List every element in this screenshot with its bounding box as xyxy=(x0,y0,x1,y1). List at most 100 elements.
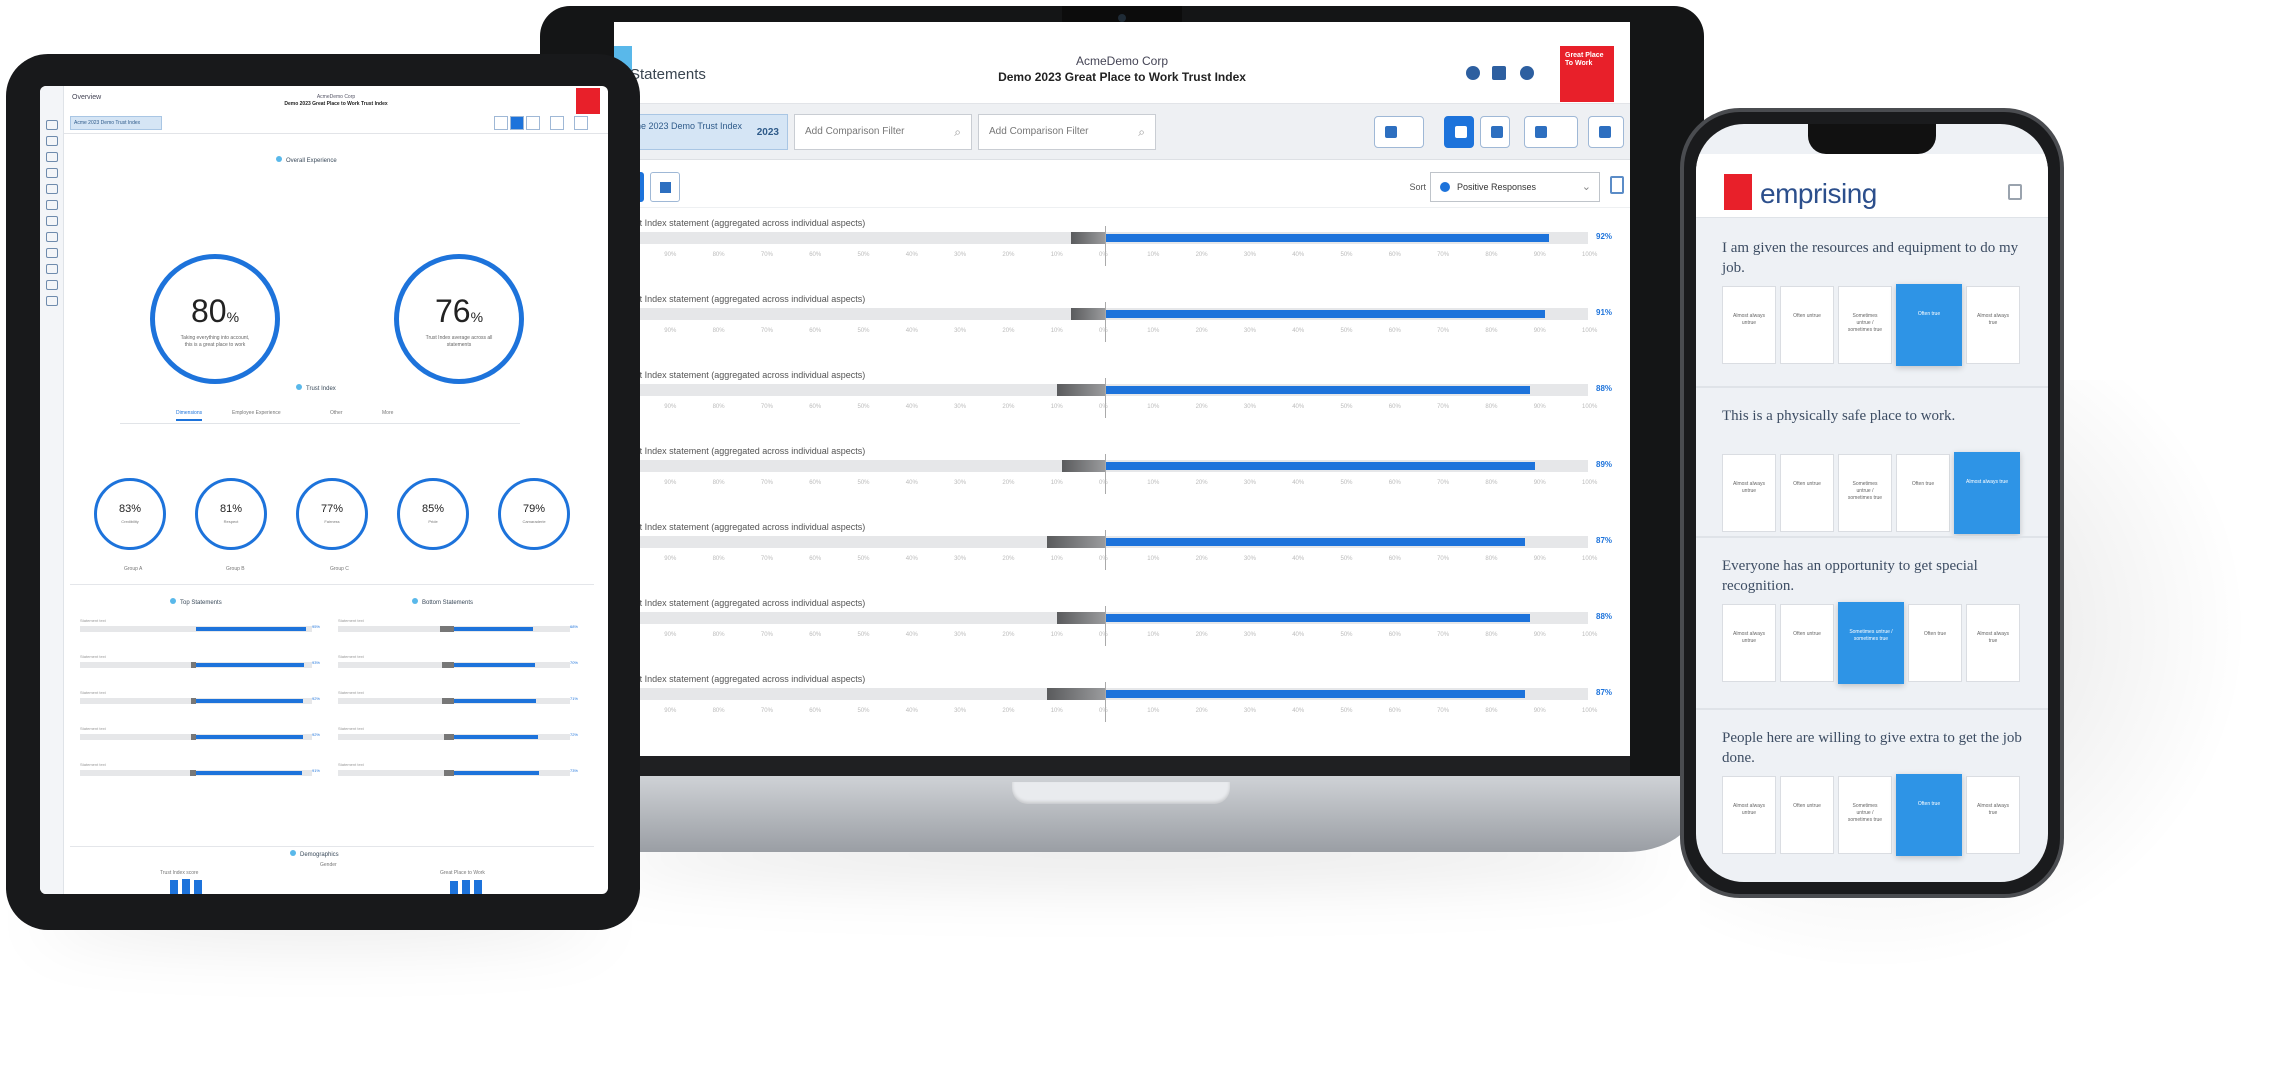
statement-label: Statement text xyxy=(80,618,106,623)
user-icon[interactable] xyxy=(1520,66,1534,80)
positive-bar xyxy=(196,735,303,739)
sidebar-nav-icon[interactable] xyxy=(46,168,58,178)
filter-icon[interactable] xyxy=(1610,176,1624,194)
menu-icon[interactable] xyxy=(2008,184,2022,200)
axis-tick-label: 90% xyxy=(664,480,677,486)
sort-select[interactable]: Positive Responses ⌄ xyxy=(1430,172,1600,202)
answer-option[interactable]: Often untrue xyxy=(1780,454,1834,532)
answer-option-label: Sometimes untrue / sometimes true xyxy=(1847,481,1883,501)
statement-row[interactable]: Statement text 92% xyxy=(80,690,320,726)
settings-button[interactable] xyxy=(1524,116,1578,148)
statement-row[interactable]: Trust Index statement (aggregated across… xyxy=(616,522,1622,598)
negative-bar xyxy=(1071,232,1105,244)
axis-tick-label: 40% xyxy=(905,328,918,334)
answer-option[interactable]: Sometimes untrue / sometimes true xyxy=(1838,602,1904,684)
section-title-demographics: Demographics xyxy=(290,850,339,858)
axis-tick-label: 50% xyxy=(857,632,870,638)
answer-option-label: Often true xyxy=(1917,801,1941,807)
statement-row[interactable]: Trust Index statement (aggregated across… xyxy=(616,370,1622,446)
options-button[interactable] xyxy=(1588,116,1624,148)
answer-option[interactable]: Sometimes untrue / sometimes true xyxy=(1838,286,1892,364)
list-view-button[interactable] xyxy=(650,172,680,202)
answer-option[interactable]: Almost always true xyxy=(1966,286,2020,364)
export-button[interactable] xyxy=(1374,116,1424,148)
answer-option[interactable]: Often untrue xyxy=(1780,604,1834,682)
dimension-tab[interactable]: More xyxy=(382,410,393,416)
table-view-button[interactable] xyxy=(1480,116,1510,148)
statement-row[interactable]: Statement text 95% xyxy=(80,618,320,654)
tablet-filter-chip[interactable]: Acme 2023 Demo Trust Index xyxy=(70,116,162,130)
answer-option[interactable]: Sometimes untrue / sometimes true xyxy=(1838,454,1892,532)
search-icon: ⌕ xyxy=(954,125,961,139)
comparison-filter-2[interactable]: Add Comparison Filter ⌕ xyxy=(978,114,1156,150)
export-button[interactable] xyxy=(494,116,508,130)
answer-option[interactable]: Often untrue xyxy=(1780,776,1834,854)
sidebar-nav-icon[interactable] xyxy=(46,152,58,162)
statement-row[interactable]: Statement text 71% xyxy=(338,690,578,726)
answer-option[interactable]: Almost always untrue xyxy=(1722,286,1776,364)
statement-label: Statement text xyxy=(80,654,106,659)
statement-row[interactable]: Statement text 72% xyxy=(338,726,578,762)
answer-option[interactable]: Often true xyxy=(1896,454,1950,532)
positive-bar xyxy=(1105,690,1526,698)
filter-chip[interactable]: Acme 2023 Demo Trust Index 2023 xyxy=(614,114,788,150)
statement-row[interactable]: Statement text 73% xyxy=(338,762,578,798)
answer-option[interactable]: Often true xyxy=(1896,774,1962,856)
dimension-tab[interactable]: Employee Experience xyxy=(232,410,281,416)
chart-view-button[interactable] xyxy=(510,116,524,130)
options-icon xyxy=(1599,126,1611,138)
answer-option[interactable]: Almost always untrue xyxy=(1722,776,1776,854)
answer-option[interactable]: Often true xyxy=(1896,284,1962,366)
statement-row[interactable]: Trust Index statement (aggregated across… xyxy=(616,446,1622,522)
answer-option-label: Often untrue xyxy=(1793,481,1821,487)
answer-option[interactable]: Almost always true xyxy=(1954,452,2020,534)
statement-row[interactable]: Trust Index statement (aggregated across… xyxy=(616,294,1622,370)
answer-option-label: Almost always true xyxy=(1977,313,2009,326)
dimension-tab[interactable]: Dimensions xyxy=(176,410,203,421)
statement-row[interactable]: Statement text 91% xyxy=(80,762,320,798)
answer-option[interactable]: Often true xyxy=(1908,604,1962,682)
sidebar-nav-icon[interactable] xyxy=(46,264,58,274)
answer-option[interactable]: Almost always true xyxy=(1966,776,2020,854)
sidebar-nav-icon[interactable] xyxy=(46,232,58,242)
answer-option[interactable]: Almost always untrue xyxy=(1722,604,1776,682)
axis-tick-label: 70% xyxy=(760,632,773,638)
notifications-icon[interactable] xyxy=(1492,66,1506,80)
comparison-filter-1[interactable]: Add Comparison Filter ⌕ xyxy=(794,114,972,150)
answer-option[interactable]: Often untrue xyxy=(1780,286,1834,364)
sidebar-nav-icon[interactable] xyxy=(46,216,58,226)
positive-percent: 68% xyxy=(569,624,578,629)
answer-option[interactable]: Almost always untrue xyxy=(1722,454,1776,532)
statement-row[interactable]: Statement text 92% xyxy=(80,726,320,762)
sidebar-nav-icon[interactable] xyxy=(46,184,58,194)
sidebar-nav-icon[interactable] xyxy=(46,280,58,290)
statement-row[interactable]: Trust Index statement (aggregated across… xyxy=(616,674,1622,750)
sidebar-nav-icon[interactable] xyxy=(46,200,58,210)
sidebar-nav-icon[interactable] xyxy=(46,136,58,146)
axis-tick-label: 30% xyxy=(954,708,967,714)
sidebar-nav-icon[interactable] xyxy=(46,296,58,306)
statement-row[interactable]: Statement text 68% xyxy=(338,618,578,654)
answer-option[interactable]: Sometimes untrue / sometimes true xyxy=(1838,776,1892,854)
answer-option[interactable]: Almost always true xyxy=(1966,604,2020,682)
dimension-tab[interactable]: Other xyxy=(330,410,343,416)
help-icon[interactable] xyxy=(1466,66,1480,80)
answer-option-label: Sometimes untrue / sometimes true xyxy=(1849,629,1893,642)
axis-tick-label: 40% xyxy=(1292,252,1305,258)
settings-button[interactable] xyxy=(550,116,564,130)
statement-label: Statement text xyxy=(338,618,364,623)
axis-tick-label: 30% xyxy=(1243,632,1256,638)
statement-row[interactable]: Trust Index statement (aggregated across… xyxy=(616,218,1622,294)
table-view-button[interactable] xyxy=(526,116,540,130)
positive-bar xyxy=(454,735,538,739)
statement-row[interactable]: Statement text 70% xyxy=(338,654,578,690)
sidebar-nav-icon[interactable] xyxy=(46,248,58,258)
sidebar-nav-icon[interactable] xyxy=(46,120,58,130)
view-toggle-button[interactable] xyxy=(1444,116,1474,148)
options-button[interactable] xyxy=(574,116,588,130)
axis-tick-label: 50% xyxy=(857,708,870,714)
question-separator xyxy=(1696,536,2048,538)
statement-row[interactable]: Trust Index statement (aggregated across… xyxy=(616,598,1622,674)
negative-bar xyxy=(442,698,454,704)
statement-row[interactable]: Statement text 93% xyxy=(80,654,320,690)
